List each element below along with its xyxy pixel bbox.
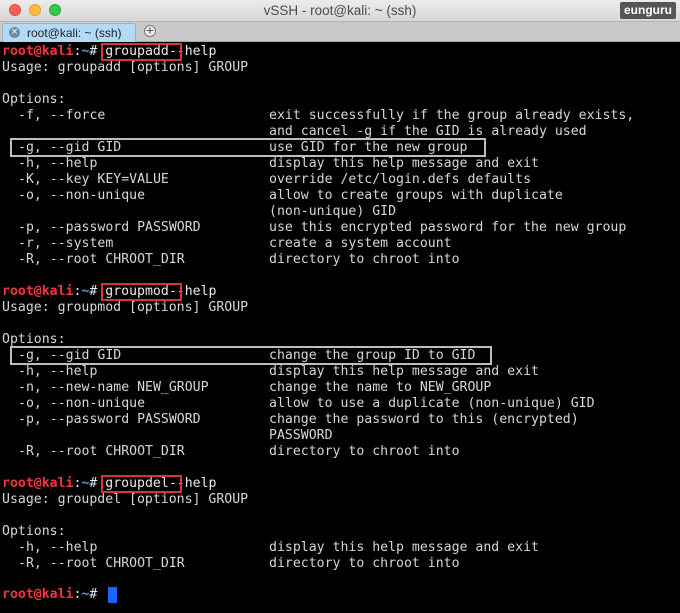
option-desc: exit successfully if the group already e… bbox=[269, 108, 635, 123]
option-flag: -n, --new-name NEW_GROUP bbox=[18, 380, 209, 395]
user-badge: eunguru bbox=[620, 2, 676, 19]
option-row: -f, --force exit successfully if the grou… bbox=[2, 108, 672, 124]
option-flag: -p, --password PASSWORD bbox=[18, 412, 201, 427]
option-flag: -r, --system bbox=[18, 236, 114, 251]
usage-line: Usage: groupadd [options] GROUP bbox=[2, 60, 249, 75]
option-row: -K, --key KEY=VALUE override /etc/login.d… bbox=[2, 172, 672, 188]
option-flag: -p, --password PASSWORD bbox=[18, 220, 201, 235]
option-desc: use this encrypted password for the new … bbox=[269, 220, 627, 235]
option-row: -r, --system create a system account bbox=[2, 236, 672, 252]
prompt-line: root@kali:~# bbox=[2, 587, 97, 603]
option-flag: -h, --help bbox=[18, 364, 98, 379]
command-highlight-box bbox=[101, 43, 182, 61]
option-row: -o, --non-unique allow to use a duplicate… bbox=[2, 396, 672, 412]
prompt-user-host: root@kali bbox=[2, 476, 74, 491]
option-desc: change the name to NEW_GROUP bbox=[269, 380, 492, 395]
option-desc: directory to chroot into bbox=[269, 556, 460, 571]
option-flag: -h, --help bbox=[18, 156, 98, 171]
tab-close-icon[interactable]: × bbox=[9, 27, 20, 38]
option-desc: directory to chroot into bbox=[269, 252, 460, 267]
option-desc: create a system account bbox=[269, 236, 452, 251]
option-desc: display this help message and exit bbox=[269, 540, 539, 555]
options-header: Options: bbox=[2, 92, 66, 107]
option-row: -R, --root CHROOT_DIR directory to chroot… bbox=[2, 444, 672, 460]
prompt-user-host: root@kali bbox=[2, 44, 74, 59]
option-row: -h, --help display this help message and … bbox=[2, 364, 672, 380]
option-row: -p, --password PASSWORD use this encrypte… bbox=[2, 220, 672, 236]
new-tab-plus-icon[interactable]: + bbox=[144, 25, 156, 37]
option-flag: -K, --key KEY=VALUE bbox=[18, 172, 169, 187]
option-flag: -f, --force bbox=[18, 108, 106, 123]
option-flag: -R, --root CHROOT_DIR bbox=[18, 444, 185, 459]
option-desc: PASSWORD bbox=[269, 428, 333, 443]
option-row: -R, --root CHROOT_DIR directory to chroot… bbox=[2, 252, 672, 268]
option-desc: change the password to this (encrypted) bbox=[269, 412, 579, 427]
usage-line: Usage: groupdel [options] GROUP bbox=[2, 492, 249, 507]
tab-ssh-session[interactable]: × root@kali: ~ (ssh) bbox=[2, 23, 136, 42]
window-title: vSSH - root@kali: ~ (ssh) bbox=[263, 3, 417, 18]
option-row: -h, --help display this help message and … bbox=[2, 156, 672, 172]
prompt-symbol: # bbox=[89, 284, 98, 299]
option-highlight-box bbox=[10, 346, 492, 365]
tab-bar: × root@kali: ~ (ssh) + bbox=[0, 22, 680, 42]
option-flag: -R, --root CHROOT_DIR bbox=[18, 556, 185, 571]
tab-label: root@kali: ~ (ssh) bbox=[27, 26, 122, 40]
option-desc: display this help message and exit bbox=[269, 364, 539, 379]
option-row: -n, --new-name NEW_GROUP change the name … bbox=[2, 380, 672, 396]
option-desc: display this help message and exit bbox=[269, 156, 539, 171]
option-desc: allow to use a duplicate (non-unique) GI… bbox=[269, 396, 595, 411]
option-flag: -h, --help bbox=[18, 540, 98, 555]
option-row: -p, --password PASSWORD change the passwo… bbox=[2, 412, 672, 428]
option-flag: -o, --non-unique bbox=[18, 396, 146, 411]
prompt-symbol: # bbox=[89, 44, 98, 59]
terminal-window: vSSH - root@kali: ~ (ssh) eunguru × root… bbox=[0, 0, 680, 613]
option-desc: (non-unique) GID bbox=[269, 204, 397, 219]
option-flag: -R, --root CHROOT_DIR bbox=[18, 252, 185, 267]
prompt-symbol: # bbox=[89, 476, 98, 491]
option-row: -o, --non-unique allow to create groups w… bbox=[2, 188, 672, 204]
text-cursor[interactable] bbox=[108, 587, 117, 603]
option-row: (non-unique) GID bbox=[2, 204, 672, 220]
command-highlight-box bbox=[101, 475, 182, 493]
prompt-user-host: root@kali bbox=[2, 284, 74, 299]
option-flag: -o, --non-unique bbox=[18, 188, 146, 203]
option-row: -h, --help display this help message and … bbox=[2, 540, 672, 556]
title-bar[interactable]: vSSH - root@kali: ~ (ssh) eunguru bbox=[0, 0, 680, 22]
option-desc: directory to chroot into bbox=[269, 444, 460, 459]
terminal-output[interactable]: root@kali:~# groupadd--help Usage: group… bbox=[0, 43, 680, 613]
prompt-symbol: # bbox=[89, 587, 98, 602]
options-header: Options: bbox=[2, 524, 66, 539]
option-highlight-box bbox=[10, 138, 486, 157]
usage-line: Usage: groupmod [options] GROUP bbox=[2, 300, 249, 315]
option-row: -R, --root CHROOT_DIR directory to chroot… bbox=[2, 556, 672, 572]
option-desc: override /etc/login.defs defaults bbox=[269, 172, 532, 187]
command-highlight-box bbox=[101, 283, 182, 301]
option-row: PASSWORD bbox=[2, 428, 672, 444]
option-desc: allow to create groups with duplicate bbox=[269, 188, 563, 203]
prompt-user-host: root@kali bbox=[2, 587, 74, 602]
